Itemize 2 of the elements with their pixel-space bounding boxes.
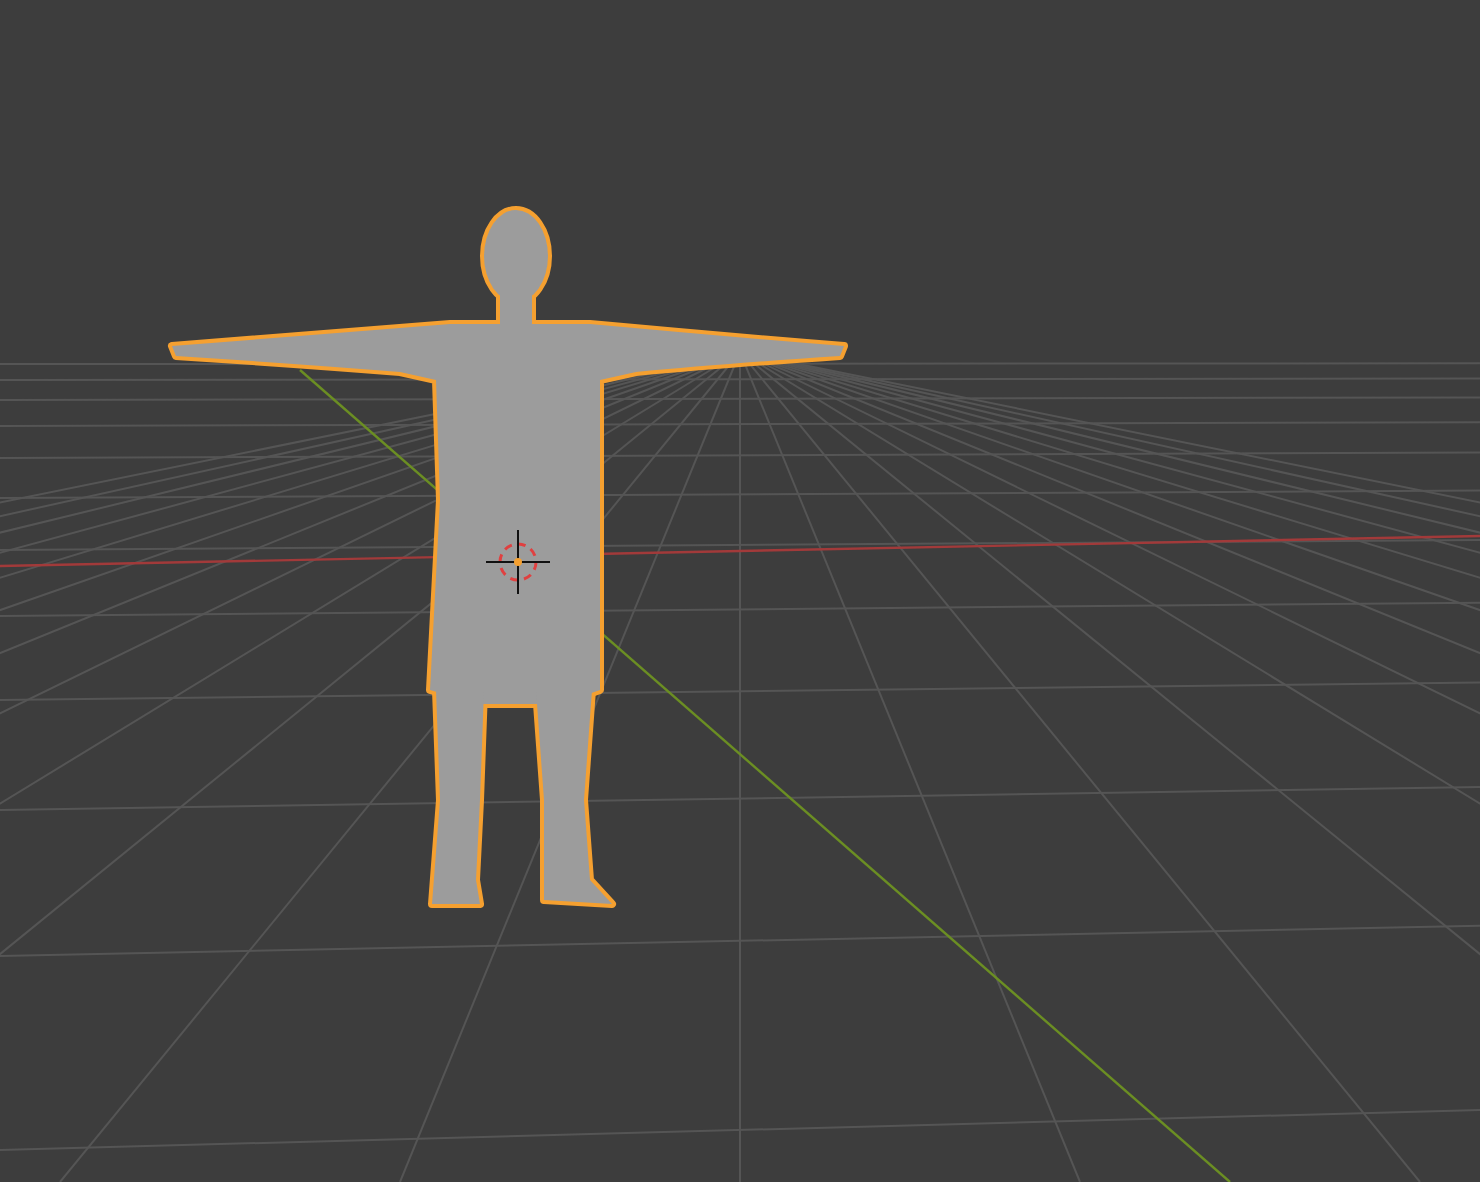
3d-cursor-icon <box>485 529 551 595</box>
figure-drawing[interactable] <box>168 206 848 908</box>
